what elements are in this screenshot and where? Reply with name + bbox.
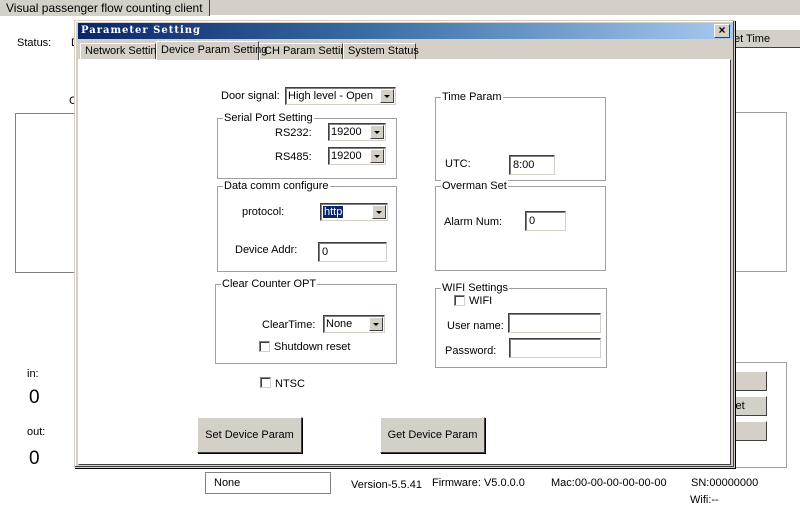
out-count-value: 0: [29, 448, 40, 469]
sn-text: SN:00000000: [691, 477, 759, 489]
alarm-num-input[interactable]: 0: [525, 211, 566, 231]
device-addr-input[interactable]: 0: [318, 242, 387, 262]
version-text: Version-5.5.41: [351, 479, 422, 491]
right-panel-box: [735, 112, 787, 272]
rs232-value: 19200: [331, 126, 362, 138]
time-param-title: Time Param: [441, 90, 503, 104]
list-column-header[interactable]: et Time: [732, 30, 800, 48]
tab-ch-param-setting[interactable]: CH Param Setting: [259, 43, 353, 59]
overman-title: Overman Set: [441, 179, 508, 193]
protocol-label: protocol:: [242, 206, 285, 218]
get-device-param-button[interactable]: Get Device Param: [380, 417, 485, 453]
serial-port-title: Serial Port Setting: [223, 111, 314, 125]
parameter-setting-dialog: Parameter Setting × Network Setting Devi…: [74, 20, 735, 468]
rs232-label: RS232:: [275, 127, 312, 139]
password-input[interactable]: [509, 338, 601, 358]
device-param-panel: [78, 59, 731, 465]
firmware-text: Firmware: V5.0.0.0: [432, 477, 525, 489]
utc-label: UTC:: [445, 158, 471, 170]
tab-device-param-setting[interactable]: Device Param Setting: [156, 41, 267, 60]
set-device-param-button[interactable]: Set Device Param: [197, 417, 302, 453]
username-label: User name:: [447, 320, 504, 332]
in-count-label: in:: [27, 368, 39, 380]
clear-time-label: ClearTime:: [262, 319, 316, 331]
ntsc-checkbox[interactable]: [260, 377, 271, 388]
rs485-label: RS485:: [275, 151, 312, 163]
shutdown-reset-label: Shutdown reset: [274, 341, 351, 353]
chevron-down-icon[interactable]: [370, 149, 384, 163]
door-signal-label: Door signal:: [221, 90, 280, 102]
clear-counter-title: Clear Counter OPT: [221, 277, 318, 291]
chevron-down-icon[interactable]: [370, 125, 384, 139]
utc-input[interactable]: 8:00: [509, 155, 555, 175]
chevron-down-icon[interactable]: [372, 205, 386, 219]
clear-time-select[interactable]: None: [323, 315, 385, 333]
door-signal-select[interactable]: High level - Open: [285, 87, 396, 105]
chevron-down-icon[interactable]: [369, 317, 383, 331]
status-label: Status:: [17, 37, 52, 49]
tab-network-setting[interactable]: Network Setting: [80, 43, 163, 59]
alarm-num-label: Alarm Num:: [444, 216, 503, 228]
device-addr-label: Device Addr:: [235, 244, 298, 256]
wifi-settings-title: WIFI Settings: [441, 281, 510, 295]
door-signal-value: High level - Open: [288, 90, 373, 102]
mac-text: Mac:00-00-00-00-00-00: [551, 477, 667, 489]
password-label: Password:: [445, 345, 497, 357]
overman-group: Overman Set: [435, 179, 606, 271]
rs485-select[interactable]: 19200: [328, 147, 386, 165]
protocol-select[interactable]: http: [320, 203, 388, 221]
chevron-down-icon[interactable]: [380, 89, 394, 103]
data-comm-title: Data comm configure: [223, 179, 330, 193]
clear-time-value: None: [326, 318, 353, 330]
dialog-titlebar[interactable]: Parameter Setting ×: [78, 23, 733, 39]
rs232-select[interactable]: 19200: [328, 123, 386, 141]
shutdown-reset-checkbox[interactable]: [259, 341, 270, 352]
in-count-value: 0: [29, 387, 40, 408]
wifi-label: WIFI: [469, 295, 493, 307]
protocol-value: http: [323, 206, 344, 218]
dialog-title: Parameter Setting: [81, 25, 202, 36]
username-input[interactable]: [508, 313, 601, 333]
ntsc-label: NTSC: [275, 378, 305, 390]
out-count-label: out:: [27, 426, 46, 438]
close-icon[interactable]: ×: [714, 24, 730, 38]
wifi-checkbox[interactable]: [454, 295, 465, 306]
mode-field[interactable]: None: [205, 472, 331, 494]
rs485-value: 19200: [331, 150, 362, 162]
wifi-status-text: Wifi:--: [690, 494, 719, 506]
tab-system-status[interactable]: System Status: [343, 43, 419, 59]
app-tab-main[interactable]: Visual passenger flow counting client: [0, 0, 210, 16]
